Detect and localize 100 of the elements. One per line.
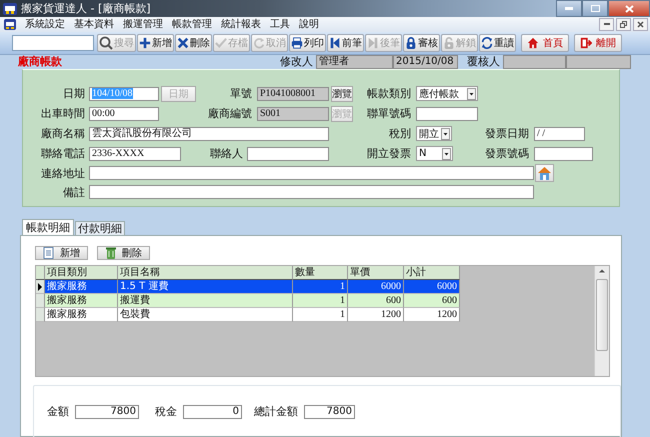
- input-field[interactable]: / /: [534, 126, 585, 141]
- field-label: 備註: [62, 184, 85, 200]
- field-label: 稅金: [155, 404, 177, 419]
- tab[interactable]: 帳款明細: [22, 219, 74, 235]
- menu-item[interactable]: 搬運管理: [123, 17, 163, 32]
- modifier-field[interactable]: 管理者: [316, 54, 393, 69]
- field-label: 總計金額: [254, 404, 298, 419]
- house-icon: [537, 166, 552, 180]
- close-icon: [624, 4, 634, 12]
- toolbar-button[interactable]: 刪除: [175, 34, 212, 52]
- toolbar-button[interactable]: 刪除: [97, 246, 150, 260]
- field-label: 聯絡人: [209, 146, 243, 162]
- toolbar-button[interactable]: 前筆: [327, 34, 364, 52]
- row-selector-header: [36, 266, 45, 280]
- restore-icon: [620, 20, 627, 28]
- lock-icon: [405, 36, 417, 49]
- maximize-icon: [590, 5, 600, 12]
- app-icon: [3, 2, 17, 14]
- column-header[interactable]: 小計: [404, 266, 460, 280]
- field-label: 聯絡電話: [40, 146, 85, 162]
- field-label: 單號: [229, 86, 252, 102]
- app-icon: [4, 18, 16, 30]
- home-icon: [527, 36, 539, 49]
- input-field[interactable]: [416, 106, 478, 121]
- input-field[interactable]: [89, 185, 534, 200]
- input-field[interactable]: 00:00: [89, 106, 159, 121]
- close-button[interactable]: [633, 18, 648, 31]
- check-icon: [215, 36, 227, 49]
- menu-item[interactable]: 基本資料: [74, 17, 114, 32]
- address-button[interactable]: [535, 164, 554, 182]
- input-field[interactable]: 雲太資訊股份有限公司: [89, 126, 329, 141]
- column-header[interactable]: 項目類別: [45, 266, 118, 280]
- menu-item[interactable]: 系統設定: [25, 17, 65, 32]
- table-cell: 1: [293, 308, 348, 322]
- menu-item[interactable]: 工具: [270, 17, 290, 32]
- close-button[interactable]: [608, 0, 650, 17]
- minimize-button[interactable]: [556, 0, 582, 17]
- menu-item[interactable]: 統計報表: [221, 17, 261, 32]
- field-label: 修改人: [279, 54, 313, 70]
- dropdown[interactable]: 應付帳款: [416, 86, 478, 102]
- table-cell: 搬家服務: [45, 308, 118, 322]
- exit-icon: [580, 36, 592, 49]
- toolbar-button[interactable]: 離開: [574, 34, 622, 52]
- field-label: 開立發票: [366, 146, 411, 162]
- minimize-icon: [565, 7, 573, 10]
- table-cell: 1.5 T 運費: [118, 280, 293, 294]
- scrollbar[interactable]: [594, 266, 609, 376]
- amount-field[interactable]: 7800: [75, 404, 139, 418]
- field-label: 廠商編號: [207, 106, 252, 122]
- table-row[interactable]: 搬家服務 包裝費 1 1200 1200: [36, 308, 460, 322]
- amount-field[interactable]: 0: [183, 404, 242, 418]
- dropdown[interactable]: N: [416, 146, 453, 162]
- printer-icon: [291, 36, 303, 49]
- restore-button[interactable]: [616, 18, 631, 31]
- maximize-button[interactable]: [582, 0, 608, 17]
- search-field[interactable]: [12, 34, 94, 51]
- column-header[interactable]: 項目名稱: [118, 266, 293, 280]
- toolbar-button[interactable]: 新增: [35, 246, 88, 260]
- table-row[interactable]: 搬家服務 搬運費 1 600 600: [36, 294, 460, 308]
- input-field[interactable]: [534, 146, 593, 161]
- minimize-button[interactable]: [599, 18, 614, 31]
- form-button[interactable]: 瀏覽: [331, 86, 353, 102]
- unlock-icon: [443, 36, 455, 49]
- tab[interactable]: 付款明細: [75, 221, 125, 235]
- refresh-icon: [481, 36, 493, 49]
- dropdown[interactable]: 開立: [416, 126, 452, 142]
- field-label: 聯單號碼: [366, 106, 411, 122]
- row-selector[interactable]: [36, 280, 45, 294]
- table-cell: 600: [348, 294, 404, 308]
- scrollbar-thumb[interactable]: [596, 279, 608, 351]
- toolbar-button[interactable]: 首頁: [521, 34, 569, 52]
- date-field[interactable]: 2015/10/08: [393, 54, 458, 69]
- close-icon: [637, 20, 644, 28]
- field-label: 發票號碼: [484, 146, 529, 162]
- toolbar-button[interactable]: 審核: [403, 34, 440, 52]
- plus-icon: [139, 36, 151, 49]
- menu-item[interactable]: 帳款管理: [172, 17, 212, 32]
- document-icon: [43, 247, 55, 259]
- table-row[interactable]: 搬家服務 1.5 T 運費 1 6000 6000: [36, 280, 460, 294]
- input-field[interactable]: S001: [257, 106, 329, 121]
- input-field[interactable]: P1041008001: [257, 86, 329, 101]
- field-label: 日期: [62, 86, 85, 102]
- field-label: 連絡地址: [40, 166, 85, 181]
- table-cell: 1200: [348, 308, 404, 322]
- skip-back-icon: [329, 36, 341, 49]
- input-field[interactable]: [247, 146, 329, 161]
- toolbar-button[interactable]: 列印: [289, 34, 326, 52]
- field-label: 稅別: [388, 126, 411, 142]
- table-cell: 搬運費: [118, 294, 293, 308]
- toolbar-button[interactable]: 重讀: [479, 34, 516, 52]
- toolbar-button[interactable]: 新增: [137, 34, 174, 52]
- reviewer-date-field[interactable]: [566, 54, 631, 69]
- menu-item[interactable]: 說明: [299, 17, 319, 32]
- column-header[interactable]: 單價: [348, 266, 404, 280]
- table-cell: 包裝費: [118, 308, 293, 322]
- reviewer-field[interactable]: [503, 54, 566, 69]
- amount-field[interactable]: 7800: [304, 404, 355, 418]
- input-field[interactable]: [89, 166, 534, 180]
- column-header[interactable]: 數量: [293, 266, 348, 280]
- input-field[interactable]: 2336-XXXX: [89, 146, 181, 161]
